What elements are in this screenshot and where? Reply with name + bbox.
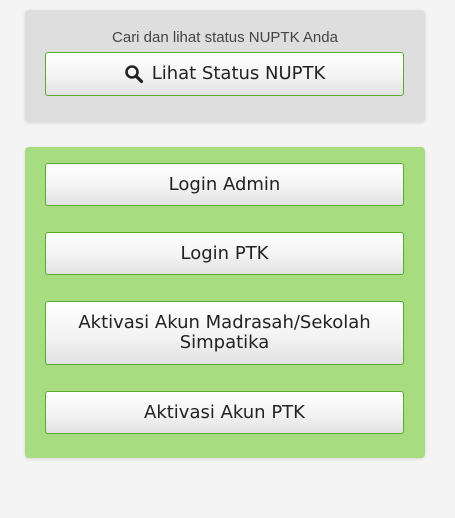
nuptk-status-panel: Cari dan lihat status NUPTK Anda Lihat S… — [25, 10, 425, 122]
status-hint-text: Cari dan lihat status NUPTK Anda — [112, 29, 338, 46]
login-panel: Login Admin Login PTK Aktivasi Akun Madr… — [25, 147, 425, 458]
aktivasi-akun-sekolah-button[interactable]: Aktivasi Akun Madrasah/Sekolah Simpatika — [45, 301, 404, 365]
lihat-status-nuptk-button[interactable]: Lihat Status NUPTK — [45, 52, 404, 96]
lihat-status-nuptk-label: Lihat Status NUPTK — [151, 63, 326, 84]
login-admin-button[interactable]: Login Admin — [45, 163, 404, 206]
search-icon — [124, 64, 144, 84]
aktivasi-akun-ptk-button[interactable]: Aktivasi Akun PTK — [45, 391, 404, 434]
login-ptk-button[interactable]: Login PTK — [45, 232, 404, 275]
